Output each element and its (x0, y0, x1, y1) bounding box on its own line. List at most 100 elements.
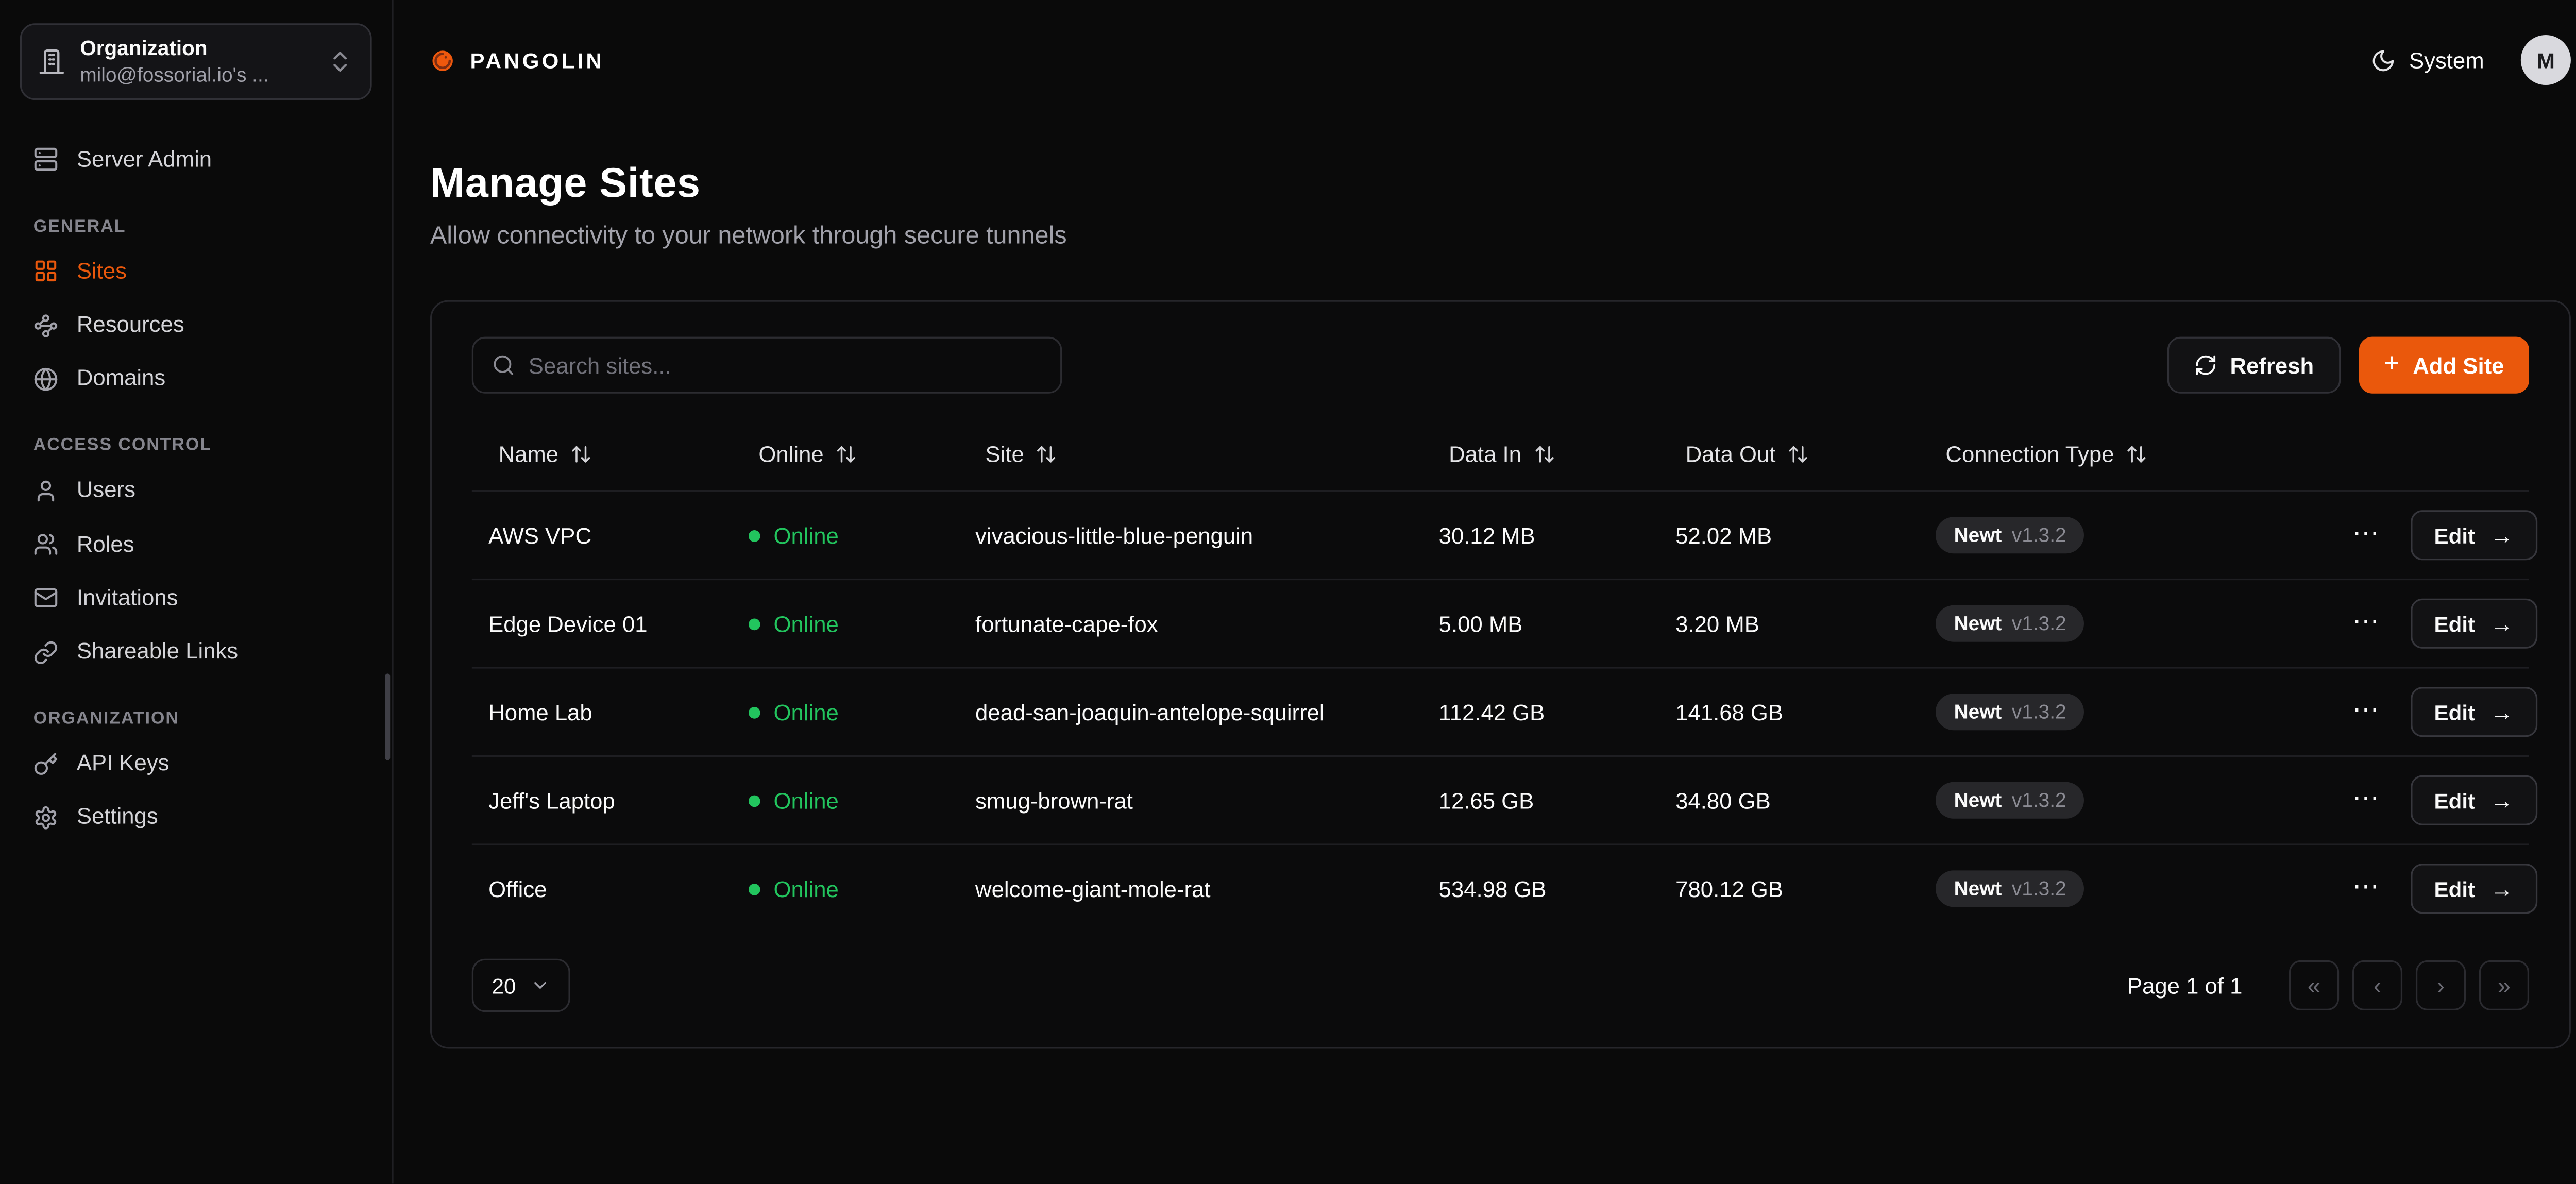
sidebar-scrollbar[interactable] (385, 673, 391, 760)
newt-badge: Newt v1.3.2 (1936, 517, 2084, 553)
server-icon (33, 147, 59, 172)
first-page-button[interactable]: « (2289, 960, 2339, 1010)
sidebar-item-domains[interactable]: Domains (20, 352, 372, 405)
sidebar-item-invitations[interactable]: Invitations (20, 571, 372, 625)
column-header-data-out[interactable]: Data Out (1659, 441, 1919, 466)
data-in-value: 30.12 MB (1422, 522, 1659, 548)
data-out-value: 52.02 MB (1659, 522, 1919, 548)
sidebar-item-label: Roles (77, 531, 134, 558)
online-dot-icon (749, 529, 760, 541)
next-page-button[interactable]: › (2416, 960, 2466, 1010)
resources-icon (33, 313, 59, 338)
arrow-right-icon: → (2490, 612, 2513, 635)
column-header-data-in[interactable]: Data In (1422, 441, 1659, 466)
pangolin-logo (430, 47, 455, 73)
chevrons-up-down-icon (327, 48, 353, 75)
edit-button[interactable]: Edit → (2411, 599, 2537, 649)
section-label-access-control: ACCESS CONTROL (33, 436, 359, 456)
sidebar-item-settings[interactable]: Settings (20, 791, 372, 844)
site-status: Online (732, 611, 959, 636)
column-label: Data In (1449, 441, 1521, 466)
topbar: PANGOLIN System M (394, 0, 2576, 120)
page-size-select[interactable]: 20 (472, 959, 571, 1012)
table-row: Edge Device 01 Online fortunate-cape-fox… (472, 579, 2529, 667)
row-actions: ⋯ Edit → (2329, 864, 2550, 914)
column-label: Online (758, 441, 823, 466)
prev-page-button[interactable]: ‹ (2352, 960, 2402, 1010)
row-menu-button[interactable]: ⋯ (2346, 518, 2386, 552)
search-input[interactable] (529, 352, 1042, 378)
site-slug: welcome-giant-mole-rat (959, 876, 1422, 902)
brand: PANGOLIN (430, 47, 604, 73)
row-menu-button[interactable]: ⋯ (2346, 695, 2386, 729)
row-actions: ⋯ Edit → (2329, 510, 2550, 560)
connection-type-label: Newt (1954, 700, 2002, 723)
topbar-right: System M (2371, 35, 2571, 85)
brand-name: PANGOLIN (470, 47, 604, 73)
connection-version-label: v1.3.2 (2012, 612, 2066, 635)
last-page-button[interactable]: » (2479, 960, 2529, 1010)
org-switcher[interactable]: Organization milo@fossorial.io's ... (20, 23, 372, 99)
sidebar-item-label: Settings (77, 804, 158, 831)
column-header-online[interactable]: Online (732, 441, 959, 466)
row-menu-button[interactable]: ⋯ (2346, 872, 2386, 905)
page-title: Manage Sites (430, 160, 2571, 209)
connection-type-label: Newt (1954, 523, 2002, 547)
sidebar-item-api-keys[interactable]: API Keys (20, 737, 372, 791)
refresh-label: Refresh (2230, 352, 2314, 378)
sort-icon (1533, 443, 1555, 464)
sidebar: Organization milo@fossorial.io's ... Ser… (0, 0, 394, 1184)
connection-type-cell: Newt v1.3.2 (1919, 694, 2329, 730)
edit-button[interactable]: Edit → (2411, 775, 2537, 825)
pager-buttons: « ‹ › » (2289, 960, 2529, 1010)
column-header-name[interactable]: Name (472, 441, 732, 466)
newt-badge: Newt v1.3.2 (1936, 605, 2084, 642)
edit-button[interactable]: Edit → (2411, 864, 2537, 914)
sidebar-item-resources[interactable]: Resources (20, 298, 372, 352)
connection-type-label: Newt (1954, 789, 2002, 812)
table-row: AWS VPC Online vivacious-little-blue-pen… (472, 490, 2529, 579)
sidebar-item-label: Domains (77, 365, 165, 392)
search-icon (492, 353, 515, 377)
avatar[interactable]: M (2521, 35, 2571, 85)
site-status: Online (732, 522, 959, 548)
sidebar-item-users[interactable]: Users (20, 464, 372, 518)
row-menu-button[interactable]: ⋯ (2346, 784, 2386, 817)
chevron-down-icon (531, 975, 551, 995)
status-text: Online (774, 611, 839, 636)
sidebar-item-sites[interactable]: Sites (20, 245, 372, 298)
theme-toggle-button[interactable]: System (2371, 47, 2484, 73)
add-site-label: Add Site (2413, 352, 2504, 378)
column-label: Name (499, 441, 559, 466)
online-dot-icon (749, 618, 760, 630)
sites-toolbar: Refresh + Add Site (472, 337, 2529, 394)
table-footer: 20 Page 1 of 1 « ‹ › » (472, 959, 2529, 1012)
sites-card: Refresh + Add Site Name Online (430, 300, 2571, 1048)
row-menu-button[interactable]: ⋯ (2346, 607, 2386, 640)
org-title: Organization (80, 37, 312, 63)
row-actions: ⋯ Edit → (2329, 599, 2550, 649)
sites-icon (33, 259, 59, 284)
row-actions: ⋯ Edit → (2329, 687, 2550, 737)
edit-button[interactable]: Edit → (2411, 687, 2537, 737)
edit-button[interactable]: Edit → (2411, 510, 2537, 560)
column-label: Site (985, 441, 1024, 466)
sidebar-item-shareable-links[interactable]: Shareable Links (20, 625, 372, 679)
column-header-connection-type[interactable]: Connection Type (1919, 441, 2329, 466)
connection-version-label: v1.3.2 (2012, 700, 2066, 723)
refresh-button[interactable]: Refresh (2167, 337, 2341, 394)
column-header-site[interactable]: Site (959, 441, 1422, 466)
edit-label: Edit (2434, 700, 2475, 725)
main-area: PANGOLIN System M Manage Sites Allow con… (394, 0, 2576, 1184)
site-name: AWS VPC (472, 522, 732, 548)
sidebar-item-server-admin[interactable]: Server Admin (20, 133, 372, 187)
add-site-button[interactable]: + Add Site (2359, 337, 2529, 394)
arrow-right-icon: → (2490, 523, 2513, 547)
org-text: Organization milo@fossorial.io's ... (80, 37, 312, 86)
table-row: Office Online welcome-giant-mole-rat 534… (472, 843, 2529, 932)
sidebar-item-roles[interactable]: Roles (20, 518, 372, 571)
edit-label: Edit (2434, 611, 2475, 636)
arrow-right-icon: → (2490, 700, 2513, 723)
data-in-value: 5.00 MB (1422, 611, 1659, 636)
data-in-value: 12.65 GB (1422, 788, 1659, 813)
